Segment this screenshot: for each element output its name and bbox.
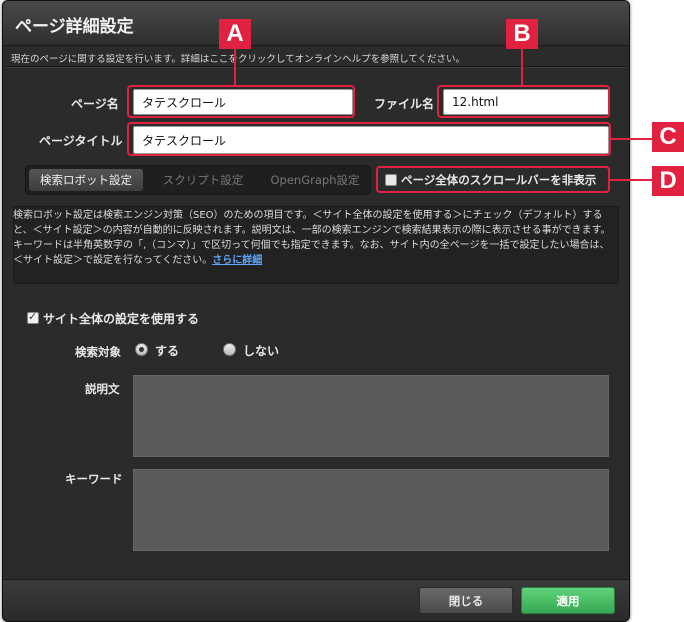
tab-search-robot[interactable]: 検索ロボット設定 [29,169,143,191]
callout-d-marker: D [652,166,684,196]
callout-a-frame [127,85,355,118]
page-name-label: ページ名 [71,97,119,111]
description-label: 説明文 [85,382,120,396]
keywords-textarea[interactable] [133,469,609,551]
callout-d-leader [610,179,653,181]
keywords-label: キーワード [65,472,123,486]
file-name-label: ファイル名 [374,97,435,111]
description-textarea[interactable] [133,375,609,457]
dialog-footer: 閉じる 適用 [3,579,629,621]
callout-c-leader [611,138,653,140]
radio-no-label[interactable]: しない [243,342,279,359]
more-details-link[interactable]: さらに詳細 [212,255,262,266]
radio-yes-label[interactable]: する [155,342,179,359]
dialog-title: ページ詳細設定 [15,17,134,37]
callout-a-marker: A [219,19,251,49]
callout-b-marker: B [506,19,538,49]
use-site-settings-checkbox[interactable] [27,310,39,324]
callout-a-leader [234,44,236,86]
apply-button[interactable]: 適用 [521,587,615,614]
header-divider [3,66,629,68]
callout-b-frame [437,85,610,118]
tab-script[interactable]: スクリプト設定 [148,169,258,191]
radio-yes[interactable] [135,343,148,356]
info-body: 検索ロボット設定は検索エンジン対策（SEO）のための項目です。＜サイト全体の設定… [13,210,611,266]
dialog-subtitle[interactable]: 現在のページに関する設定を行います。詳細はここをクリックしてオンラインヘルプを参… [11,51,465,65]
close-button[interactable]: 閉じる [419,587,513,614]
callout-c-marker: C [652,122,684,152]
info-text: 検索ロボット設定は検索エンジン対策（SEO）のための項目です。＜サイト全体の設定… [13,208,613,268]
callout-d-frame [376,166,610,193]
search-target-label: 検索対象 [75,345,121,359]
use-site-settings-label[interactable]: サイト全体の設定を使用する [43,310,199,327]
callout-b-leader [521,44,523,86]
tab-opengraph[interactable]: OpenGraph設定 [262,169,368,191]
callout-c-frame [127,122,611,156]
radio-no[interactable] [223,343,236,356]
page-title-label: ページタイトル [39,134,123,148]
settings-tabs: 検索ロボット設定 スクリプト設定 OpenGraph設定 [25,165,371,195]
